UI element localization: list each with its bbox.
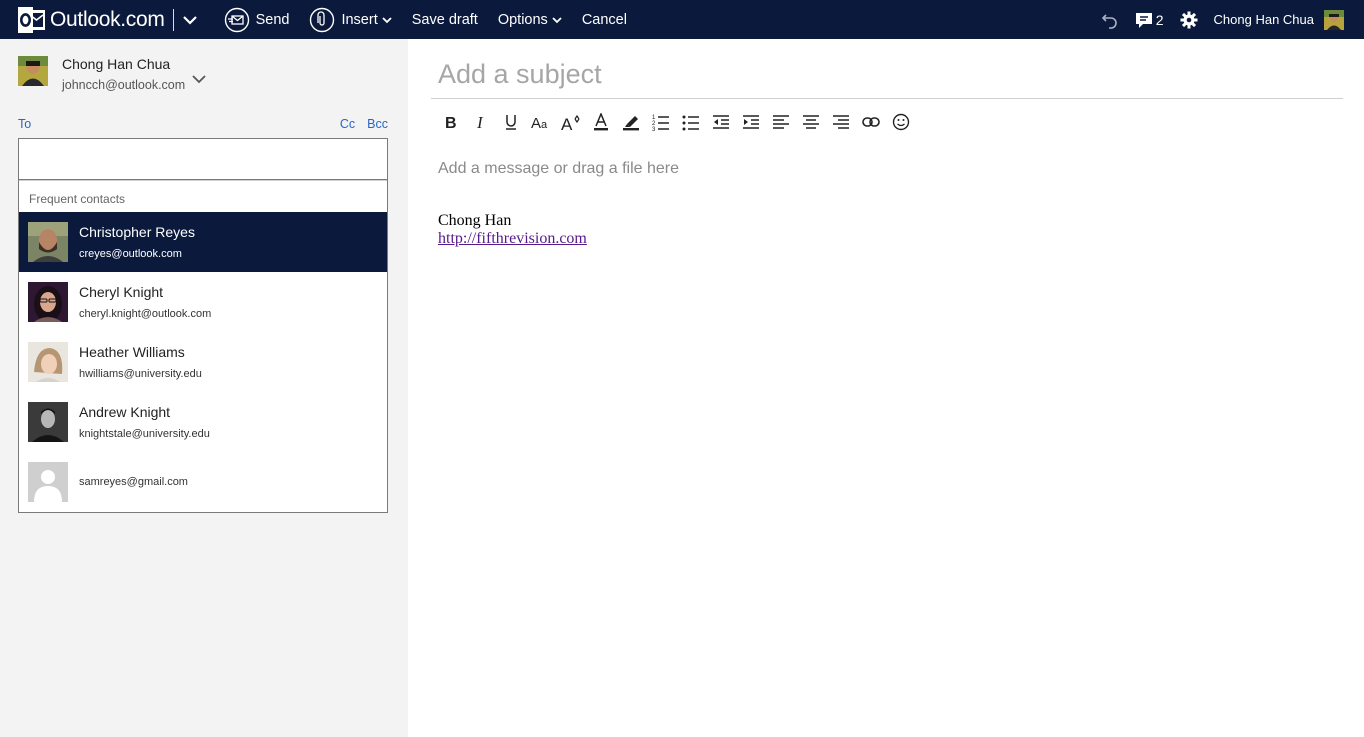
from-account[interactable]: Chong Han Chua johncch@outlook.com (18, 56, 206, 92)
chevron-down-icon[interactable] (182, 12, 198, 28)
send-label: Send (255, 11, 290, 28)
emoji-icon[interactable] (886, 111, 916, 133)
contact-item[interactable]: Heather Williams hwilliams@university.ed… (19, 332, 387, 392)
to-label[interactable]: To (18, 117, 31, 131)
contact-item[interactable]: Andrew Knight knightstale@university.edu (19, 392, 387, 452)
contact-name: Christopher Reyes (79, 224, 195, 240)
message-body-placeholder[interactable]: Add a message or drag a file here (438, 160, 679, 178)
decrease-indent-icon[interactable] (706, 111, 736, 133)
svg-text:B: B (445, 115, 457, 130)
recipient-labels: To Cc Bcc (18, 117, 388, 131)
cancel-label: Cancel (581, 11, 627, 28)
bullet-list-icon[interactable] (676, 111, 706, 133)
contacts-header: Frequent contacts (19, 180, 387, 212)
subject-input[interactable] (431, 51, 1343, 98)
contact-photo (28, 222, 68, 262)
insert-button[interactable]: Insert (299, 0, 401, 39)
topbar-right: 2 Chong Han Chua (1093, 0, 1364, 39)
bcc-link[interactable]: Bcc (367, 117, 388, 131)
signature-link[interactable]: http://fifthrevision.com (438, 230, 587, 248)
undo-icon[interactable] (1101, 11, 1119, 29)
save-draft-label: Save draft (411, 11, 478, 28)
align-right-icon[interactable] (826, 111, 856, 133)
contact-email: cheryl.knight@outlook.com (79, 308, 212, 320)
contact-photo (28, 342, 68, 382)
gear-icon[interactable] (1180, 11, 1198, 29)
brand[interactable]: Outlook.com (0, 0, 214, 39)
align-left-icon[interactable] (766, 111, 796, 133)
contact-email: knightstale@university.edu (79, 428, 210, 440)
contact-name: Heather Williams (79, 344, 185, 360)
contact-item[interactable]: Cheryl Knight cheryl.knight@outlook.com (19, 272, 387, 332)
contact-name: Cheryl Knight (79, 284, 164, 300)
chevron-down-icon (382, 15, 392, 25)
font-color-icon[interactable] (586, 111, 616, 133)
app-name: Outlook.com (50, 7, 165, 31)
cancel-button[interactable]: Cancel (572, 0, 637, 39)
signature: Chong Han http://fifthrevision.com (438, 212, 587, 248)
svg-text:3: 3 (652, 127, 656, 131)
align-center-icon[interactable] (796, 111, 826, 133)
underline-icon[interactable] (496, 111, 526, 133)
contact-photo (28, 282, 68, 322)
highlight-icon[interactable] (616, 111, 646, 133)
send-icon (224, 7, 250, 33)
options-button[interactable]: Options (488, 0, 572, 39)
link-icon[interactable] (856, 111, 886, 133)
from-email: johncch@outlook.com (62, 78, 186, 92)
signature-name: Chong Han (438, 212, 512, 229)
cc-link[interactable]: Cc (340, 117, 355, 131)
chevron-down-icon (552, 15, 562, 25)
bold-icon[interactable]: B (436, 111, 466, 133)
svg-text:A: A (561, 115, 573, 131)
compose-pane: B I Aa A 123 Add a message or drag a fil… (408, 39, 1364, 737)
formatting-toolbar: B I Aa A 123 (436, 111, 916, 133)
save-draft-button[interactable]: Save draft (402, 0, 488, 39)
contact-item[interactable]: samreyes@gmail.com (19, 452, 387, 512)
notifications-button[interactable]: 2 (1135, 11, 1164, 29)
avatar[interactable] (1324, 9, 1344, 30)
to-input[interactable] (19, 139, 387, 179)
user-name[interactable]: Chong Han Chua (1214, 12, 1314, 27)
from-name: Chong Han Chua (62, 56, 171, 72)
send-button[interactable]: Send (214, 0, 300, 39)
top-bar: Outlook.com Send Insert Save draft Optio… (0, 0, 1364, 39)
contact-item[interactable]: Christopher Reyes creyes@outlook.com (19, 212, 387, 272)
contact-name: Andrew Knight (79, 404, 171, 420)
numbered-list-icon[interactable]: 123 (646, 111, 676, 133)
brand-divider (172, 8, 174, 31)
default-avatar-icon (28, 462, 68, 502)
contact-photo (28, 402, 68, 442)
svg-text:I: I (476, 114, 484, 130)
grow-font-icon[interactable]: A (556, 111, 586, 133)
insert-label: Insert (341, 11, 378, 28)
svg-text:A: A (531, 115, 541, 130)
options-label: Options (497, 11, 548, 28)
increase-indent-icon[interactable] (736, 111, 766, 133)
paperclip-icon (309, 7, 335, 33)
svg-text:a: a (541, 119, 548, 130)
contact-email: samreyes@gmail.com (79, 476, 188, 488)
notification-count: 2 (1155, 11, 1164, 28)
chat-bubble-icon (1135, 11, 1153, 29)
outlook-logo-icon (18, 6, 46, 33)
subject-field[interactable] (431, 51, 1343, 99)
font-size-icon[interactable]: Aa (526, 111, 556, 133)
to-field[interactable] (18, 138, 388, 180)
contact-email: hwilliams@university.edu (79, 368, 202, 380)
avatar (18, 56, 48, 86)
italic-icon[interactable]: I (466, 111, 496, 133)
contact-email: creyes@outlook.com (79, 248, 182, 260)
chevron-down-icon[interactable] (192, 70, 206, 89)
frequent-contacts-dropdown: Frequent contacts Christopher Reyes crey… (18, 180, 388, 513)
recipient-pane: Chong Han Chua johncch@outlook.com To Cc… (0, 39, 408, 737)
